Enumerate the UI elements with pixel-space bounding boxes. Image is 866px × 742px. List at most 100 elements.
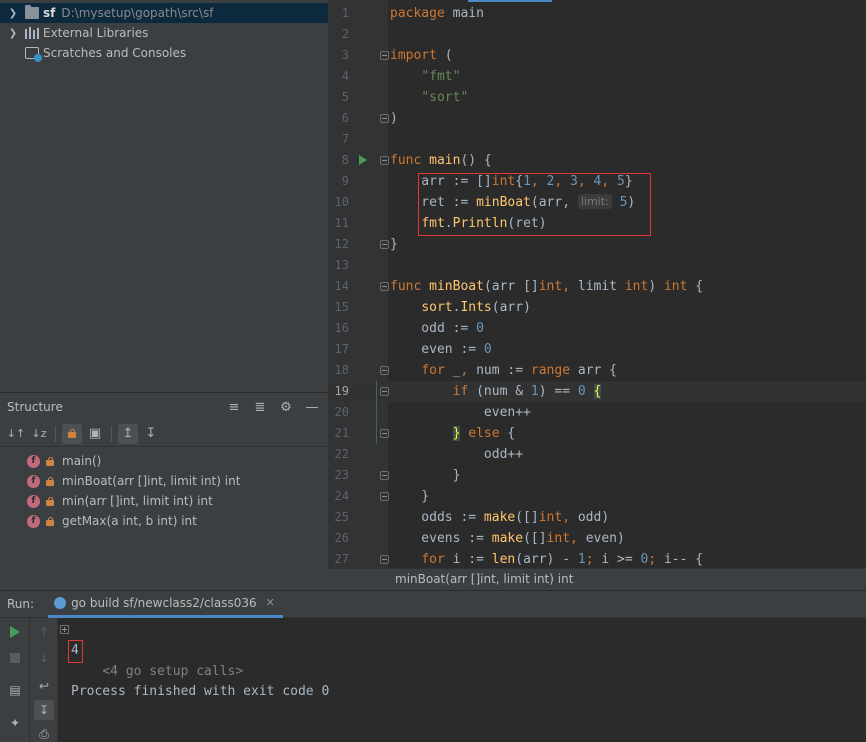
code-line[interactable]: 27 for i := len(arr) - 1; i >= 0; i-- { [328,549,866,568]
fold-icon[interactable] [380,387,389,396]
code-line[interactable]: 16 odd := 0 [328,318,866,339]
fold-icon[interactable] [380,114,389,123]
code-line[interactable]: 23 } [328,465,866,486]
code-token: ( [436,48,453,63]
fold-icon[interactable] [380,429,389,438]
pin-icon[interactable]: ✦ [5,713,25,733]
collapsed-calls[interactable]: <4 go setup calls> [60,619,243,679]
code-text: } [390,486,429,507]
tree-item-external-libraries[interactable]: ❯ External Libraries [0,23,328,43]
code-token: len [491,552,516,567]
code-token: Ints [460,300,492,315]
code-token: 1 [577,552,586,567]
fold-icon[interactable] [380,471,389,480]
sort-alphabetically-icon[interactable]: ↓z [29,424,49,444]
stop-icon[interactable] [5,648,25,668]
fold-icon[interactable] [380,492,389,501]
scroll-to-end-icon[interactable]: ↧ [34,700,54,720]
code-line[interactable]: 22 odd++ [328,444,866,465]
close-icon[interactable]: ✕ [266,596,275,609]
run-gutter-icon[interactable] [359,155,367,165]
code-line[interactable]: 17 even := 0 [328,339,866,360]
code-line[interactable]: 6) [328,108,866,129]
chevron-right-icon[interactable]: ❯ [7,28,19,39]
autoscroll-from-source-icon[interactable]: ↧ [141,424,161,444]
code-line[interactable]: 24 } [328,486,866,507]
code-line[interactable]: 14 func minBoat(arr []int, limit int) int… [328,276,866,297]
code-line[interactable]: 12} [328,234,866,255]
line-number: 13 [334,258,349,272]
structure-toolbar: ↓↑ ↓z ▣ ↥ ↧ [0,421,328,447]
code-line[interactable]: 5 "sort" [328,87,866,108]
code-line[interactable]: 7 [328,129,866,150]
breadcrumb[interactable]: minBoat(arr []int, limit int) int [328,568,866,590]
line-number: 12 [334,237,349,251]
code-line[interactable]: 3 import ( [328,45,866,66]
line-number: 4 [341,69,349,83]
code-line[interactable]: 15 sort.Ints(arr) [328,297,866,318]
folder-icon [25,5,39,19]
scroll-indicator [468,0,552,2]
function-icon: f [27,494,40,508]
collapse-all-icon[interactable]: ≣ [250,397,270,417]
code-token: int [624,279,649,294]
tree-item-scratches[interactable]: Scratches and Consoles [0,43,328,63]
fold-icon[interactable] [380,240,389,249]
gear-icon[interactable]: ⚙ [276,397,296,417]
code-token: odd++ [390,447,524,462]
line-number: 23 [334,468,349,482]
structure-member[interactable]: f minBoat(arr []int, limit int) int [0,471,328,491]
code-line[interactable]: 8 func main() { [328,150,866,171]
rerun-icon[interactable] [5,622,25,642]
code-text: func main() { [390,150,492,171]
fold-icon[interactable] [380,555,389,564]
structure-member[interactable]: f main() [0,451,328,471]
line-number: 16 [334,321,349,335]
structure-header: Structure ≡ ≣ ⚙ — [0,393,328,421]
code-line[interactable]: 21 } else { [328,423,866,444]
fold-icon[interactable] [380,156,389,165]
expand-icon[interactable] [60,625,69,634]
down-arrow-icon[interactable]: ↓ [34,648,54,668]
run-tab-label: go build sf/newclass2/class036 [71,595,257,610]
code-text: sort.Ints(arr) [390,297,531,318]
sort-by-visibility-icon[interactable]: ↓↑ [6,424,26,444]
up-arrow-icon[interactable]: ↑ [34,622,54,642]
code-text: } [390,465,461,486]
tree-item-label: External Libraries [43,26,149,40]
run-toolbar-primary: ▤ ✦ [0,618,30,742]
fold-icon[interactable] [380,366,389,375]
code-token: minBoat [429,279,484,294]
code-line[interactable]: 2 [328,24,866,45]
code-line[interactable]: 26 evens := make([]int, even) [328,528,866,549]
code-line[interactable]: 19 if (num & 1) == 0 { [328,381,866,402]
code-token: if [452,384,469,399]
line-number: 22 [334,447,349,461]
code-editor[interactable]: 1 package main 2 3 import (4 "fmt" 5 "sort" 6)… [328,0,866,568]
autoscroll-to-source-icon[interactable]: ↥ [118,423,138,444]
show-private-lock-icon[interactable] [62,423,82,444]
console-output[interactable]: <4 go setup calls> 4 Process finished wi… [58,618,866,742]
code-line[interactable]: 1 package main [328,3,866,24]
soft-wrap-icon[interactable]: ↩ [34,676,54,696]
fold-icon[interactable] [380,51,389,60]
run-tab[interactable]: go build sf/newclass2/class036 ✕ [48,591,283,618]
code-line[interactable]: 18 for _, num := range arr { [328,360,866,381]
chevron-right-icon[interactable]: ❯ [7,8,19,19]
code-line[interactable]: 20 even++ [328,402,866,423]
layout-icon[interactable]: ▤ [5,680,25,700]
minimize-icon[interactable]: — [302,397,322,417]
fold-icon[interactable] [380,282,389,291]
print-icon[interactable]: ⎙ [34,724,54,742]
structure-member[interactable]: f min(arr []int, limit int) int [0,491,328,511]
code-token: , [570,531,586,546]
show-folder-icon[interactable]: ▣ [85,424,105,444]
code-line[interactable]: 25 odds := make([]int, odd) [328,507,866,528]
code-text: "sort" [390,87,468,108]
tree-item-root[interactable]: ❯ sf D:\mysetup\gopath\src\sf [0,3,328,23]
expand-all-icon[interactable]: ≡ [224,397,244,417]
structure-member[interactable]: f getMax(a int, b int) int [0,511,328,531]
code-line[interactable]: 4 "fmt" [328,66,866,87]
code-line[interactable]: 13 [328,255,866,276]
